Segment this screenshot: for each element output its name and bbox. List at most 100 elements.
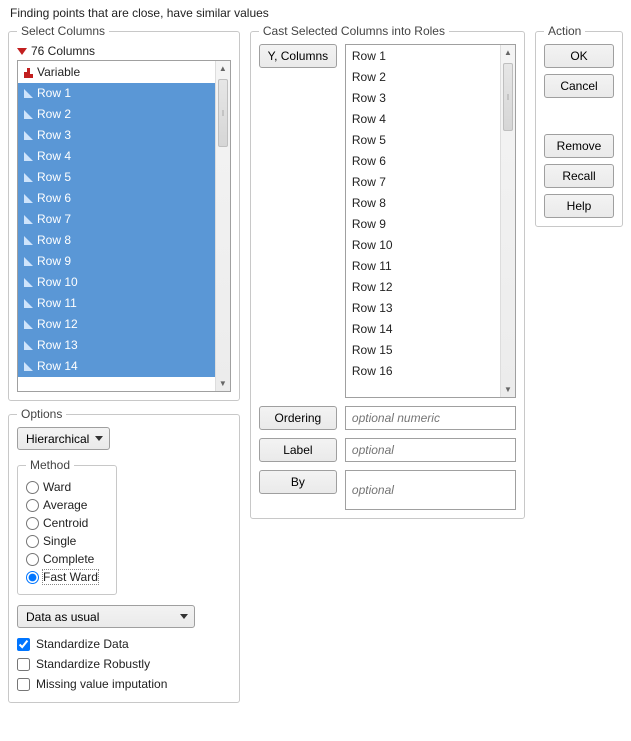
continuous-icon <box>24 173 33 182</box>
method-radio-complete[interactable]: Complete <box>26 550 108 568</box>
continuous-icon <box>24 89 33 98</box>
nominal-icon <box>24 68 33 78</box>
checkbox-input[interactable] <box>17 658 30 671</box>
by-input[interactable] <box>345 470 516 510</box>
list-item[interactable]: Row 3 <box>18 125 215 146</box>
list-item[interactable]: Row 16 <box>346 361 500 382</box>
list-item[interactable]: Row 7 <box>346 172 500 193</box>
options-legend: Options <box>17 407 66 421</box>
method-radio-centroid[interactable]: Centroid <box>26 514 108 532</box>
checkbox-label: Standardize Robustly <box>36 657 150 671</box>
list-item[interactable]: Row 9 <box>18 251 215 272</box>
list-item-label: Row 8 <box>37 230 71 251</box>
continuous-icon <box>24 131 33 140</box>
radio-label: Centroid <box>43 516 88 530</box>
select-columns-legend: Select Columns <box>17 24 109 38</box>
list-item[interactable]: Row 2 <box>346 67 500 88</box>
scrollbar[interactable]: ▲ ▼ <box>500 45 515 397</box>
algorithm-combo[interactable]: Hierarchical <box>17 427 110 450</box>
list-item[interactable]: Row 5 <box>18 167 215 188</box>
list-item[interactable]: Row 1 <box>18 83 215 104</box>
list-item[interactable]: Row 6 <box>346 151 500 172</box>
list-item[interactable]: Row 1 <box>346 46 500 67</box>
list-item-label: Row 11 <box>37 293 77 314</box>
list-item[interactable]: Row 6 <box>18 188 215 209</box>
list-item[interactable]: Row 8 <box>18 230 215 251</box>
radio-input[interactable] <box>26 481 39 494</box>
radio-input[interactable] <box>26 553 39 566</box>
list-item[interactable]: Row 5 <box>346 130 500 151</box>
columns-listbox[interactable]: Variable Row 1 Row 2 Row 3 Row 4 Row 5 R… <box>17 60 231 392</box>
recall-button[interactable]: Recall <box>544 164 614 188</box>
scroll-thumb[interactable] <box>503 63 513 131</box>
list-item[interactable]: Row 15 <box>346 340 500 361</box>
list-item[interactable]: Row 14 <box>346 319 500 340</box>
data-handling-combo[interactable]: Data as usual <box>17 605 195 628</box>
ok-button[interactable]: OK <box>544 44 614 68</box>
radio-label: Fast Ward <box>43 570 98 584</box>
list-item-variable[interactable]: Variable <box>18 62 215 83</box>
radio-input[interactable] <box>26 517 39 530</box>
dialog-caption: Finding points that are close, have simi… <box>10 6 623 20</box>
by-button[interactable]: By <box>259 470 337 494</box>
list-item[interactable]: Row 13 <box>18 335 215 356</box>
list-item[interactable]: Row 4 <box>18 146 215 167</box>
list-item[interactable]: Row 13 <box>346 298 500 319</box>
action-panel: Action OK Cancel Remove Recall Help <box>535 24 623 227</box>
algorithm-combo-label: Hierarchical <box>26 432 89 446</box>
label-button[interactable]: Label <box>259 438 337 462</box>
continuous-icon <box>24 236 33 245</box>
standardize-robustly-check[interactable]: Standardize Robustly <box>17 654 231 674</box>
list-item-label: Row 3 <box>37 125 71 146</box>
radio-input[interactable] <box>26 571 39 584</box>
checkbox-input[interactable] <box>17 638 30 651</box>
action-legend: Action <box>544 24 585 38</box>
list-item-label: Row 9 <box>37 251 71 272</box>
list-item-label: Row 14 <box>37 356 78 377</box>
radio-label: Average <box>43 498 87 512</box>
method-radio-fast-ward[interactable]: Fast Ward <box>26 568 108 586</box>
list-item[interactable]: Row 8 <box>346 193 500 214</box>
list-item[interactable]: Row 12 <box>18 314 215 335</box>
scroll-up-icon[interactable]: ▲ <box>501 45 515 60</box>
column-count-label: 76 Columns <box>31 44 95 58</box>
method-radio-ward[interactable]: Ward <box>26 478 108 496</box>
ordering-input[interactable] <box>345 406 516 430</box>
scroll-down-icon[interactable]: ▼ <box>216 376 230 391</box>
radio-label: Single <box>43 534 76 548</box>
help-button[interactable]: Help <box>544 194 614 218</box>
list-item[interactable]: Row 11 <box>18 293 215 314</box>
checkbox-input[interactable] <box>17 678 30 691</box>
list-item[interactable]: Row 9 <box>346 214 500 235</box>
radio-input[interactable] <box>26 535 39 548</box>
column-count-row[interactable]: 76 Columns <box>17 44 231 58</box>
list-item[interactable]: Row 11 <box>346 256 500 277</box>
list-item[interactable]: Row 2 <box>18 104 215 125</box>
standardize-data-check[interactable]: Standardize Data <box>17 634 231 654</box>
method-radio-average[interactable]: Average <box>26 496 108 514</box>
list-item[interactable]: Row 12 <box>346 277 500 298</box>
list-item-label: Row 10 <box>37 272 78 293</box>
y-columns-listbox[interactable]: Row 1 Row 2 Row 3 Row 4 Row 5 Row 6 Row … <box>345 44 516 398</box>
cancel-button[interactable]: Cancel <box>544 74 614 98</box>
radio-input[interactable] <box>26 499 39 512</box>
y-columns-button[interactable]: Y, Columns <box>259 44 337 68</box>
list-item[interactable]: Row 10 <box>346 235 500 256</box>
continuous-icon <box>24 257 33 266</box>
list-item[interactable]: Row 3 <box>346 88 500 109</box>
scroll-up-icon[interactable]: ▲ <box>216 61 230 76</box>
ordering-button[interactable]: Ordering <box>259 406 337 430</box>
scroll-thumb[interactable] <box>218 79 228 147</box>
remove-button[interactable]: Remove <box>544 134 614 158</box>
scrollbar[interactable]: ▲ ▼ <box>215 61 230 391</box>
missing-value-imputation-check[interactable]: Missing value imputation <box>17 674 231 694</box>
chevron-down-icon <box>95 436 103 441</box>
list-item[interactable]: Row 4 <box>346 109 500 130</box>
list-item[interactable]: Row 10 <box>18 272 215 293</box>
list-item[interactable]: Row 7 <box>18 209 215 230</box>
disclosure-icon[interactable] <box>17 48 27 55</box>
method-radio-single[interactable]: Single <box>26 532 108 550</box>
list-item[interactable]: Row 14 <box>18 356 215 377</box>
scroll-down-icon[interactable]: ▼ <box>501 382 515 397</box>
label-input[interactable] <box>345 438 516 462</box>
